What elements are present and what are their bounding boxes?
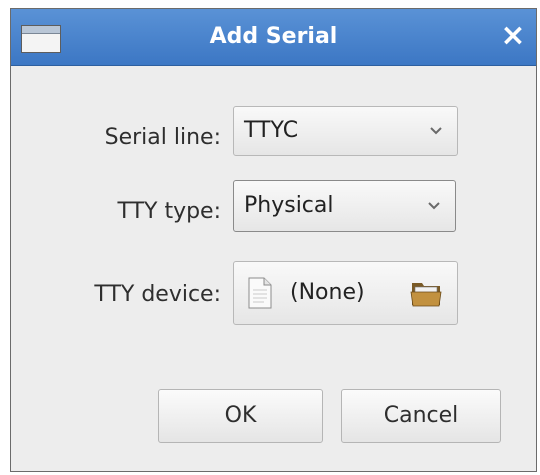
tty-device-chooser[interactable]: (None) — [233, 261, 458, 325]
cancel-button[interactable]: Cancel — [341, 389, 501, 443]
chevron-down-icon — [430, 127, 442, 135]
tty-type-value: Physical — [244, 193, 334, 218]
tty-device-value: (None) — [290, 280, 365, 305]
tty-device-label: TTY device: — [94, 282, 221, 307]
serial-line-dropdown[interactable]: TTYC — [233, 106, 458, 156]
ok-button[interactable]: OK — [158, 389, 323, 443]
serial-line-label: Serial line: — [104, 125, 221, 150]
chevron-down-icon — [428, 202, 440, 210]
close-icon[interactable]: × — [498, 21, 528, 51]
tty-type-label: TTY type: — [117, 199, 221, 224]
file-icon — [248, 277, 272, 309]
serial-line-value: TTYC — [244, 118, 299, 143]
tty-type-dropdown[interactable]: Physical — [233, 180, 456, 232]
folder-icon — [410, 283, 442, 307]
titlebar[interactable]: Add Serial × — [11, 9, 536, 66]
add-serial-dialog: Add Serial × Serial line: TTYC TTY type:… — [10, 8, 537, 472]
dialog-title: Add Serial — [209, 24, 338, 49]
